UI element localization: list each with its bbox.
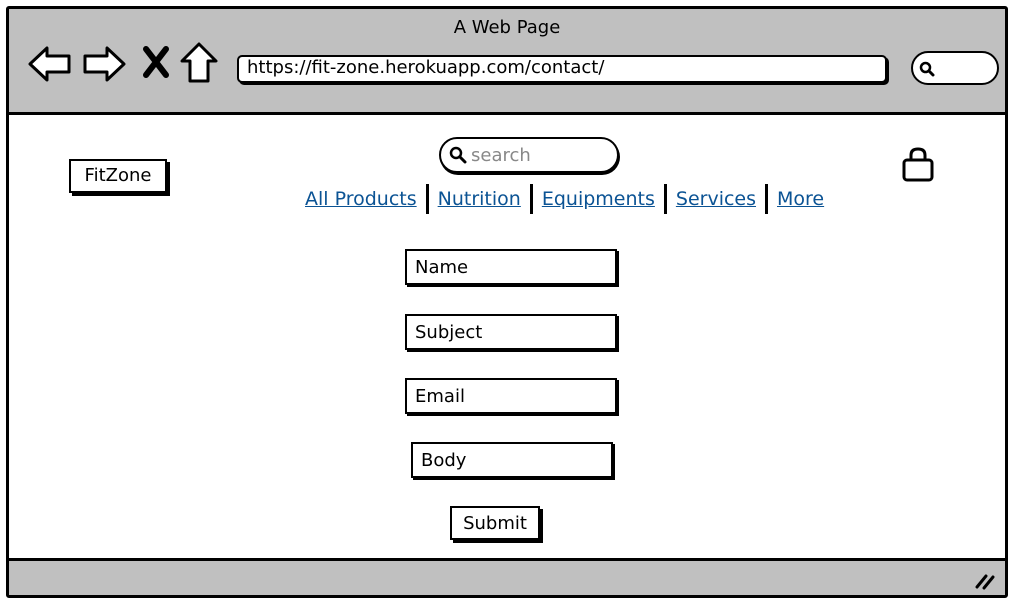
address-bar[interactable]: https://fit-zone.herokuapp.com/contact/: [237, 55, 887, 83]
site-search-box[interactable]: [439, 137, 619, 173]
nav-link-nutrition[interactable]: Nutrition: [431, 188, 528, 210]
submit-button[interactable]: Submit: [450, 506, 540, 540]
body-field: [411, 442, 613, 478]
site-logo[interactable]: FitZone: [69, 159, 167, 193]
browser-search-box[interactable]: [911, 51, 999, 85]
name-input[interactable]: [407, 251, 615, 283]
nav-link-all-products[interactable]: All Products: [298, 188, 424, 210]
subject-field: [405, 314, 617, 350]
email-input[interactable]: [407, 380, 615, 412]
email-field: [405, 378, 617, 414]
back-arrow-icon[interactable]: [27, 43, 73, 85]
nav-separator: [425, 184, 429, 214]
nav-separator: [529, 184, 533, 214]
main-nav: All Products Nutrition Equipments Servic…: [298, 183, 831, 215]
home-icon[interactable]: [179, 41, 219, 85]
nav-separator: [663, 184, 667, 214]
browser-window: A Web Page https://fit-zone.herokuapp.co…: [6, 6, 1008, 598]
name-field: [405, 249, 617, 285]
window-title: A Web Page: [453, 17, 561, 38]
resize-grip-icon[interactable]: [973, 569, 997, 591]
status-bar: [9, 558, 1005, 595]
close-icon[interactable]: [141, 45, 171, 79]
body-input[interactable]: [413, 444, 611, 476]
nav-link-equipments[interactable]: Equipments: [535, 188, 662, 210]
shopping-bag-icon[interactable]: [901, 146, 935, 184]
nav-separator: [765, 184, 769, 214]
nav-link-services[interactable]: Services: [669, 188, 763, 210]
search-icon: [919, 61, 935, 77]
site-search-input[interactable]: [471, 143, 606, 167]
forward-arrow-icon[interactable]: [81, 43, 127, 85]
nav-link-more[interactable]: More: [770, 188, 831, 210]
search-icon: [449, 146, 467, 164]
subject-input[interactable]: [407, 316, 615, 348]
browser-chrome: A Web Page https://fit-zone.herokuapp.co…: [9, 9, 1005, 115]
